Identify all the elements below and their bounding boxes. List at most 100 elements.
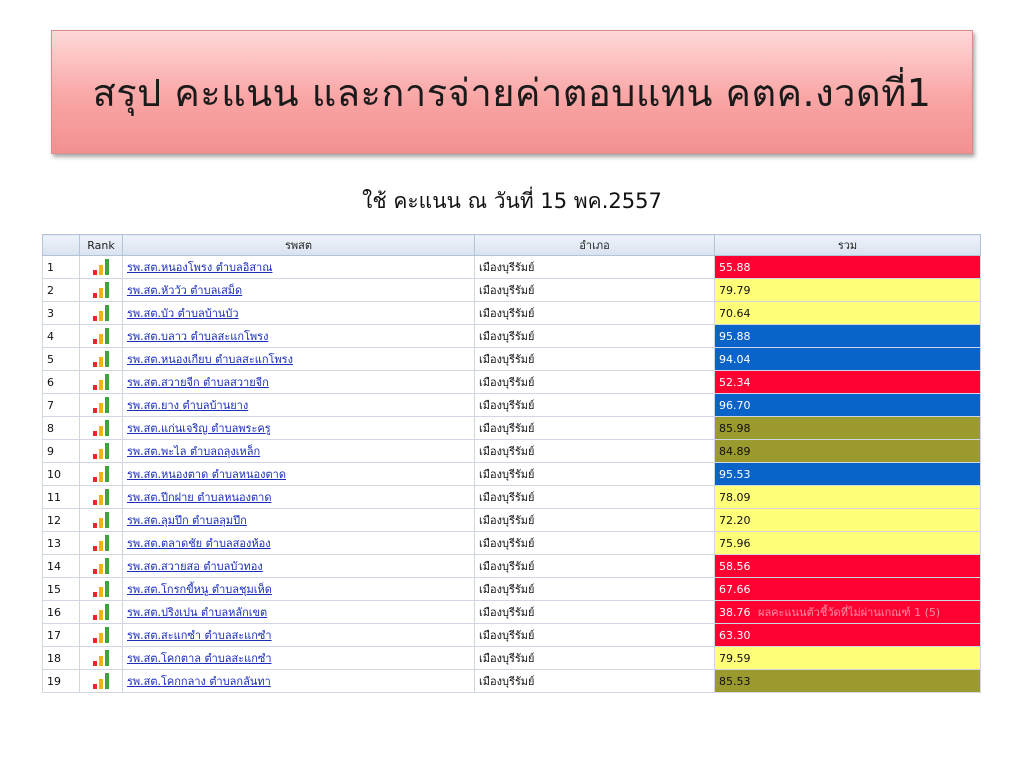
table-row: 18 รพ.สต.โคกตาล ตำบลสะแกซำ เมืองบุรีรัมย… bbox=[42, 646, 981, 670]
rank-cell[interactable] bbox=[79, 347, 123, 371]
total-score-value: 70.64 bbox=[719, 306, 751, 320]
row-number: 19 bbox=[42, 669, 80, 693]
column-header-district[interactable]: อำเภอ bbox=[474, 234, 715, 256]
column-header-name[interactable]: รพสต bbox=[122, 234, 475, 256]
rank-cell[interactable] bbox=[79, 324, 123, 348]
bar-chart-icon[interactable] bbox=[92, 557, 110, 575]
bar-chart-icon[interactable] bbox=[92, 396, 110, 414]
rank-cell[interactable] bbox=[79, 462, 123, 486]
table-row: 8 รพ.สต.แก่นเจริญ ตำบลพระครู เมืองบุรีรั… bbox=[42, 416, 981, 440]
rank-cell[interactable] bbox=[79, 439, 123, 463]
rank-cell[interactable] bbox=[79, 669, 123, 693]
facility-link[interactable]: รพ.สต.ปีกฝาย ตำบลหนองตาด bbox=[127, 491, 271, 504]
facility-link[interactable]: รพ.สต.บัว ตำบลบ้านบัว bbox=[127, 307, 239, 320]
bar-chart-icon[interactable] bbox=[92, 373, 110, 391]
row-number: 16 bbox=[42, 600, 80, 624]
facility-name-cell: รพ.สต.โคกกลาง ตำบลกลันทา bbox=[122, 669, 475, 693]
total-score-value: 58.56 bbox=[719, 559, 751, 573]
total-score-value: 78.09 bbox=[719, 490, 751, 504]
bar-chart-icon[interactable] bbox=[92, 350, 110, 368]
rank-cell[interactable] bbox=[79, 531, 123, 555]
bar-chart-icon[interactable] bbox=[92, 465, 110, 483]
bar-chart-icon[interactable] bbox=[92, 580, 110, 598]
bar-chart-icon[interactable] bbox=[92, 258, 110, 276]
district-cell: เมืองบุรีรัมย์ bbox=[474, 623, 715, 647]
facility-link[interactable]: รพ.สต.หัววัว ตำบลเสม็ด bbox=[127, 284, 242, 297]
rank-cell[interactable] bbox=[79, 646, 123, 670]
facility-link[interactable]: รพ.สต.สะแกซำ ตำบลสะแกซำ bbox=[127, 629, 272, 642]
bar-chart-icon[interactable] bbox=[92, 488, 110, 506]
facility-link[interactable]: รพ.สต.โคกกลาง ตำบลกลันทา bbox=[127, 675, 271, 688]
rank-cell[interactable] bbox=[79, 554, 123, 578]
rank-cell[interactable] bbox=[79, 278, 123, 302]
facility-link[interactable]: รพ.สต.ปริงเปน ตำบลหลักเขต bbox=[127, 606, 267, 619]
rank-cell[interactable] bbox=[79, 370, 123, 394]
bar-chart-icon[interactable] bbox=[92, 281, 110, 299]
score-tooltip: ผลคะแนนตัวชี้วัดที่ไม่ผ่านเกณฑ์ 1 (5) bbox=[758, 606, 941, 619]
row-number: 1 bbox=[42, 255, 80, 279]
district-cell: เมืองบุรีรัมย์ bbox=[474, 393, 715, 417]
bar-chart-icon[interactable] bbox=[92, 511, 110, 529]
facility-link[interactable]: รพ.สต.หนองตาด ตำบลหนองตาด bbox=[127, 468, 286, 481]
bar-chart-icon[interactable] bbox=[92, 672, 110, 690]
total-score-value: 75.96 bbox=[719, 536, 751, 550]
table-row: 5 รพ.สต.หนองเกียบ ตำบลสะแกโพรง เมืองบุรี… bbox=[42, 347, 981, 371]
total-score-cell: 79.79 bbox=[714, 278, 981, 302]
rank-cell[interactable] bbox=[79, 301, 123, 325]
district-cell: เมืองบุรีรัมย์ bbox=[474, 485, 715, 509]
rank-cell[interactable] bbox=[79, 255, 123, 279]
facility-name-cell: รพ.สต.ลุมปึก ตำบลลุมปึก bbox=[122, 508, 475, 532]
facility-name-cell: รพ.สต.ยาง ตำบลบ้านยาง bbox=[122, 393, 475, 417]
bar-chart-icon[interactable] bbox=[92, 649, 110, 667]
facility-name-cell: รพ.สต.สะแกซำ ตำบลสะแกซำ bbox=[122, 623, 475, 647]
total-score-value: 55.88 bbox=[719, 260, 751, 274]
facility-link[interactable]: รพ.สต.แก่นเจริญ ตำบลพระครู bbox=[127, 422, 271, 435]
bar-chart-icon[interactable] bbox=[92, 419, 110, 437]
table-row: 19 รพ.สต.โคกกลาง ตำบลกลันทา เมืองบุรีรัม… bbox=[42, 669, 981, 693]
facility-link[interactable]: รพ.สต.หนองโพรง ตำบลอิสาณ bbox=[127, 261, 272, 274]
facility-link[interactable]: รพ.สต.ยาง ตำบลบ้านยาง bbox=[127, 399, 248, 412]
total-score-cell: 95.53 bbox=[714, 462, 981, 486]
facility-name-cell: รพ.สต.บัว ตำบลบ้านบัว bbox=[122, 301, 475, 325]
facility-name-cell: รพ.สต.พะไล ตำบลถลุงเหล็ก bbox=[122, 439, 475, 463]
facility-link[interactable]: รพ.สต.โกรกขี้หนู ตำบลชุมเห็ด bbox=[127, 583, 272, 596]
facility-link[interactable]: รพ.สต.สวายสอ ตำบลบัวทอง bbox=[127, 560, 263, 573]
facility-link[interactable]: รพ.สต.บลาว ตำบลสะแกโพรง bbox=[127, 330, 268, 343]
bar-chart-icon[interactable] bbox=[92, 603, 110, 621]
table-row: 4 รพ.สต.บลาว ตำบลสะแกโพรง เมืองบุรีรัมย์… bbox=[42, 324, 981, 348]
facility-link[interactable]: รพ.สต.ตลาดชัย ตำบลสองห้อง bbox=[127, 537, 271, 550]
facility-link[interactable]: รพ.สต.ลุมปึก ตำบลลุมปึก bbox=[127, 514, 247, 527]
title-banner: สรุป คะแนน และการจ่ายค่าตอบแทน คตค.งวดที… bbox=[51, 30, 973, 154]
rank-cell[interactable] bbox=[79, 393, 123, 417]
rank-cell[interactable] bbox=[79, 577, 123, 601]
bar-chart-icon[interactable] bbox=[92, 442, 110, 460]
row-number: 13 bbox=[42, 531, 80, 555]
facility-link[interactable]: รพ.สต.หนองเกียบ ตำบลสะแกโพรง bbox=[127, 353, 293, 366]
district-cell: เมืองบุรีรัมย์ bbox=[474, 554, 715, 578]
column-header-rank[interactable]: Rank bbox=[79, 234, 123, 256]
total-score-cell: 75.96 bbox=[714, 531, 981, 555]
total-score-cell: 85.98 bbox=[714, 416, 981, 440]
bar-chart-icon[interactable] bbox=[92, 304, 110, 322]
facility-name-cell: รพ.สต.สวายสอ ตำบลบัวทอง bbox=[122, 554, 475, 578]
rank-cell[interactable] bbox=[79, 600, 123, 624]
row-number: 18 bbox=[42, 646, 80, 670]
column-header-total[interactable]: รวม bbox=[714, 234, 981, 256]
rank-cell[interactable] bbox=[79, 485, 123, 509]
facility-name-cell: รพ.สต.หนองเกียบ ตำบลสะแกโพรง bbox=[122, 347, 475, 371]
facility-link[interactable]: รพ.สต.โคกตาล ตำบลสะแกซำ bbox=[127, 652, 272, 665]
facility-link[interactable]: รพ.สต.สวายจีก ตำบลสวายจีก bbox=[127, 376, 269, 389]
table-row: 2 รพ.สต.หัววัว ตำบลเสม็ด เมืองบุรีรัมย์ … bbox=[42, 278, 981, 302]
table-row: 11 รพ.สต.ปีกฝาย ตำบลหนองตาด เมืองบุรีรัม… bbox=[42, 485, 981, 509]
facility-name-cell: รพ.สต.บลาว ตำบลสะแกโพรง bbox=[122, 324, 475, 348]
facility-link[interactable]: รพ.สต.พะไล ตำบลถลุงเหล็ก bbox=[127, 445, 260, 458]
rank-cell[interactable] bbox=[79, 508, 123, 532]
district-cell: เมืองบุรีรัมย์ bbox=[474, 508, 715, 532]
rank-cell[interactable] bbox=[79, 416, 123, 440]
total-score-cell: 96.70 bbox=[714, 393, 981, 417]
bar-chart-icon[interactable] bbox=[92, 534, 110, 552]
bar-chart-icon[interactable] bbox=[92, 327, 110, 345]
table-row: 3 รพ.สต.บัว ตำบลบ้านบัว เมืองบุรีรัมย์ 7… bbox=[42, 301, 981, 325]
rank-cell[interactable] bbox=[79, 623, 123, 647]
bar-chart-icon[interactable] bbox=[92, 626, 110, 644]
